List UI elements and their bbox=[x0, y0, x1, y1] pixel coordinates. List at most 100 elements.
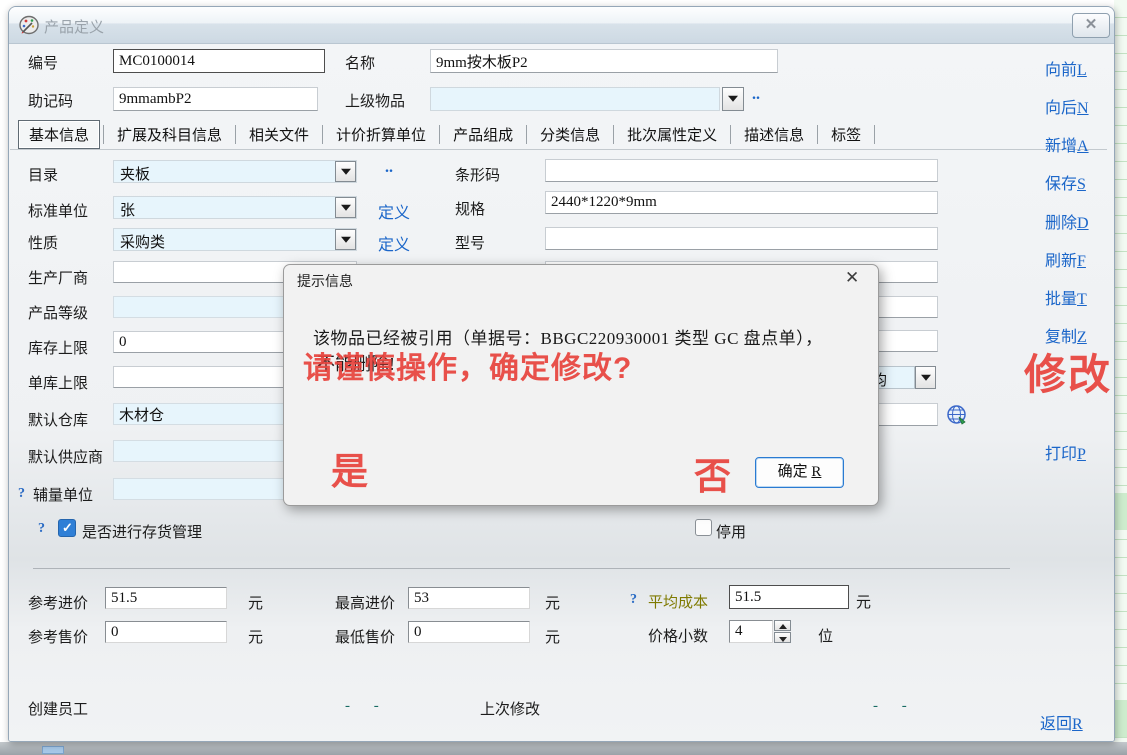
tab-classification[interactable]: 分类信息 bbox=[530, 121, 610, 148]
tab-description[interactable]: 描述信息 bbox=[734, 121, 814, 148]
yuan-label: 元 bbox=[248, 592, 263, 613]
unit-define-link[interactable]: 定义 bbox=[378, 199, 410, 223]
background-bottom-widget bbox=[42, 746, 64, 754]
nature-define-link[interactable]: 定义 bbox=[378, 231, 410, 255]
title-bar[interactable] bbox=[9, 7, 1114, 44]
created-by-label: 创建员工 bbox=[28, 698, 88, 719]
tabs-divider bbox=[10, 149, 1107, 150]
code-input[interactable] bbox=[113, 49, 325, 73]
decimals-unit-label: 位 bbox=[818, 625, 833, 646]
screen: 产品定义 ✕ 编号 名称 助记码 上级物品 .. 基本信息 扩展及科目信息 相关… bbox=[0, 0, 1127, 755]
refresh-button[interactable]: 刷新F bbox=[1045, 247, 1086, 271]
chevron-down-icon[interactable] bbox=[915, 366, 936, 389]
window-title: 产品定义 bbox=[44, 16, 104, 37]
nature-combo[interactable]: 采购类 bbox=[113, 228, 357, 251]
close-icon[interactable]: ✕ bbox=[1072, 13, 1110, 38]
yuan-label: 元 bbox=[545, 626, 560, 647]
chevron-down-icon[interactable] bbox=[335, 197, 356, 218]
standard-unit-value: 张 bbox=[120, 199, 135, 220]
min-sale-label: 最低售价 bbox=[335, 626, 395, 647]
dialog-ok-button[interactable]: 确定 R bbox=[755, 457, 844, 488]
background-grid-rows bbox=[1114, 0, 1127, 755]
standard-unit-combo[interactable]: 张 bbox=[113, 196, 357, 219]
annotation-yes: 是 bbox=[331, 441, 368, 495]
yuan-label: 元 bbox=[856, 591, 871, 612]
price-decimals-label: 价格小数 bbox=[648, 625, 708, 646]
add-button[interactable]: 新增A bbox=[1045, 132, 1089, 156]
name-input[interactable] bbox=[430, 49, 778, 73]
tab-label[interactable]: 标签 bbox=[821, 121, 871, 148]
tab-extended-accounts[interactable]: 扩展及科目信息 bbox=[107, 121, 232, 148]
chevron-down-icon[interactable] bbox=[335, 161, 356, 182]
mnemonic-label: 助记码 bbox=[28, 90, 73, 111]
ok-shortcut: R bbox=[811, 464, 821, 480]
stepper-up-icon[interactable] bbox=[774, 620, 791, 631]
price-decimals-input[interactable] bbox=[729, 620, 773, 643]
backward-button[interactable]: 向后N bbox=[1045, 94, 1089, 118]
price-decimals-stepper[interactable] bbox=[774, 620, 791, 643]
background-grid-selected-row bbox=[1115, 700, 1127, 737]
max-purchase-input[interactable] bbox=[408, 587, 530, 609]
annotation-overlay-text: 请谨慎操作，确定修改? bbox=[303, 343, 632, 387]
disabled-checkbox[interactable] bbox=[695, 519, 712, 536]
help-icon[interactable]: ? bbox=[38, 521, 45, 537]
standard-unit-label: 标准单位 bbox=[28, 200, 88, 221]
nature-label: 性质 bbox=[28, 232, 58, 253]
mnemonic-input[interactable] bbox=[113, 87, 318, 111]
save-button[interactable]: 保存S bbox=[1045, 170, 1086, 194]
spec-input[interactable] bbox=[545, 191, 938, 214]
catalog-combo[interactable]: 夹板 bbox=[113, 160, 357, 183]
tab-pricing-units[interactable]: 计价折算单位 bbox=[326, 121, 436, 148]
name-label: 名称 bbox=[345, 52, 375, 73]
annotation-no: 否 bbox=[694, 446, 731, 500]
avg-cost-label: 平均成本 bbox=[648, 591, 708, 612]
batch-button[interactable]: 批量T bbox=[1045, 285, 1087, 309]
price-section-divider bbox=[33, 568, 1010, 569]
help-icon[interactable]: ? bbox=[18, 486, 25, 502]
ref-sale-input[interactable] bbox=[105, 621, 227, 643]
spec-label: 规格 bbox=[455, 198, 485, 219]
back-shortcut: R bbox=[1072, 716, 1083, 733]
tab-product-composition[interactable]: 产品组成 bbox=[443, 121, 523, 148]
inventory-checkbox[interactable] bbox=[58, 519, 76, 537]
max-purchase-label: 最高进价 bbox=[335, 592, 395, 613]
parent-item-label: 上级物品 bbox=[345, 90, 405, 111]
tab-basic-info[interactable]: 基本信息 bbox=[18, 120, 100, 149]
ref-purchase-input[interactable] bbox=[105, 587, 227, 609]
back-button[interactable]: 返回R bbox=[1040, 710, 1083, 734]
tab-related-files[interactable]: 相关文件 bbox=[239, 121, 319, 148]
last-modified-value: - - bbox=[873, 698, 917, 715]
catalog-value: 夹板 bbox=[120, 163, 150, 184]
app-icon bbox=[17, 13, 41, 37]
dialog-title: 提示信息 bbox=[297, 271, 353, 291]
avg-cost-input[interactable] bbox=[729, 585, 849, 609]
catalog-more-button[interactable]: .. bbox=[385, 159, 393, 177]
ref-sale-label: 参考售价 bbox=[28, 626, 88, 647]
tab-batch-attributes[interactable]: 批次属性定义 bbox=[617, 121, 727, 148]
chevron-down-icon[interactable] bbox=[335, 229, 356, 250]
catalog-label: 目录 bbox=[28, 164, 58, 185]
background-taskbar-strip bbox=[0, 742, 1127, 755]
created-by-value: - - bbox=[345, 698, 389, 715]
manufacturer-label: 生产厂商 bbox=[28, 267, 88, 288]
help-icon[interactable]: ? bbox=[630, 592, 637, 608]
stepper-down-icon[interactable] bbox=[774, 632, 791, 643]
min-sale-input[interactable] bbox=[408, 621, 530, 643]
ref-purchase-label: 参考进价 bbox=[28, 592, 88, 613]
background-grid-selected-row bbox=[1115, 493, 1127, 530]
warehouse-label: 默认仓库 bbox=[28, 409, 88, 430]
barcode-input[interactable] bbox=[545, 159, 938, 182]
barcode-label: 条形码 bbox=[455, 164, 500, 185]
parent-item-more-button[interactable]: .. bbox=[752, 86, 760, 104]
globe-icon[interactable] bbox=[946, 404, 967, 425]
forward-button[interactable]: 向前L bbox=[1045, 56, 1087, 80]
dialog-close-icon[interactable]: ✕ bbox=[845, 268, 859, 288]
parent-item-dropdown-button[interactable] bbox=[722, 87, 744, 111]
annotation-modify: 修改 bbox=[1024, 341, 1112, 402]
tab-bar: 基本信息 扩展及科目信息 相关文件 计价折算单位 产品组成 分类信息 批次属性定… bbox=[18, 120, 1018, 148]
parent-item-combo[interactable] bbox=[430, 87, 720, 111]
model-input[interactable] bbox=[545, 227, 938, 250]
yuan-label: 元 bbox=[248, 626, 263, 647]
delete-button[interactable]: 删除D bbox=[1045, 209, 1089, 233]
print-button[interactable]: 打印P bbox=[1045, 440, 1086, 464]
